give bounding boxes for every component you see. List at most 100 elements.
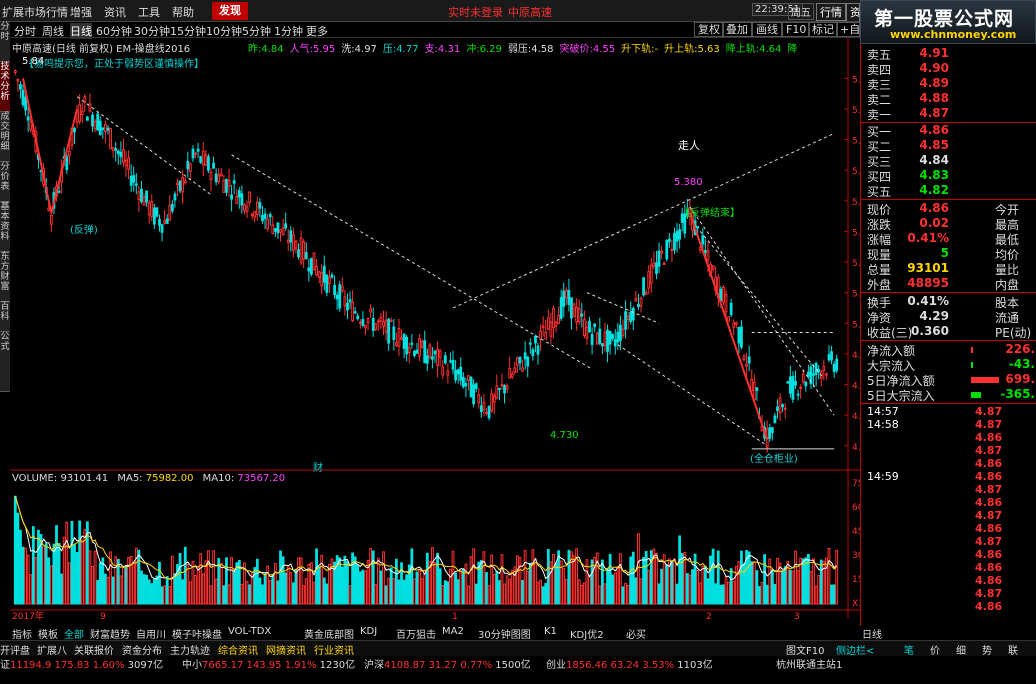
indicator-tab-9[interactable]: 百万狙击: [396, 626, 436, 641]
indicator-tab-12[interactable]: K1: [544, 626, 557, 637]
volume-bar: [389, 567, 393, 605]
add-watchlist-button[interactable]: +自选: [836, 22, 860, 37]
function-tab-5[interactable]: 综合资讯: [218, 642, 258, 657]
volume-bar: [673, 558, 676, 605]
candle-body: [356, 315, 360, 320]
indicator-tab-2[interactable]: 全部: [64, 626, 84, 641]
indicator-tab-13[interactable]: KDJ优2: [570, 626, 604, 641]
indicator-tab-11[interactable]: 30分钟图图: [478, 626, 531, 641]
panel-tab-0[interactable]: 笔: [904, 642, 914, 657]
indicator-tab-0[interactable]: 指标: [12, 626, 32, 641]
indicator-tab-4[interactable]: 自用川: [136, 626, 166, 641]
candle-body: [376, 320, 380, 323]
menu-item-enhance[interactable]: 增强: [70, 4, 92, 20]
period-weekly[interactable]: 周线: [42, 23, 64, 39]
volume-tick: 30000: [852, 551, 860, 561]
index-0[interactable]: 证11194.9 175.83 1.60% 3097亿: [0, 656, 163, 671]
tick-price: 4.86: [975, 522, 1003, 535]
volume-bar: [732, 581, 736, 605]
candle-body: [361, 319, 365, 326]
menu-item-market[interactable]: 扩展市场行情: [2, 4, 68, 20]
panel-tab-4[interactable]: 联: [1008, 642, 1018, 657]
volume-bar: [567, 549, 571, 605]
volume-bar: [248, 584, 252, 605]
volume-bar: [142, 574, 146, 605]
indicator-tab-8[interactable]: KDJ: [360, 626, 377, 637]
period-10min[interactable]: 10分钟: [206, 23, 242, 39]
volume-bar: [358, 571, 362, 605]
period-daily[interactable]: 日线: [70, 23, 92, 39]
sidebar-toggle[interactable]: 侧边栏<: [836, 642, 874, 657]
volume-bar: [505, 575, 509, 605]
finance-marker[interactable]: 财: [313, 459, 323, 474]
candle-body: [443, 355, 447, 364]
tick-row: 14:59 4.86: [867, 470, 1035, 483]
candle-body: [364, 324, 367, 329]
kline-chart[interactable]: 5.80 5.70 5.60 5.50 5.40 5.30 5.20 5.10 5.00 4.90…: [0, 38, 860, 638]
candle-body: [402, 333, 406, 349]
candle-body: [271, 224, 275, 234]
panel-tab-3[interactable]: 势: [982, 642, 992, 657]
function-tab-2[interactable]: 关联报价: [74, 642, 114, 657]
function-tab-0[interactable]: 开评盘: [0, 642, 30, 657]
volume-bar: [698, 582, 702, 605]
draw-button[interactable]: 画线: [752, 22, 782, 37]
indicator-tab-14[interactable]: 必买: [626, 626, 646, 641]
function-tab-1[interactable]: 扩展八: [37, 642, 67, 657]
mark-button[interactable]: 标记: [808, 22, 838, 37]
function-tab-7[interactable]: 行业资讯: [314, 642, 354, 657]
function-tab-4[interactable]: 主力轨迹: [170, 642, 210, 657]
period-1min[interactable]: 1分钟: [274, 23, 303, 39]
warn-button[interactable]: 发现: [212, 2, 248, 20]
quote-button[interactable]: 行情: [816, 3, 846, 21]
indicator-tab-10[interactable]: MA2: [442, 626, 464, 637]
stat-row-3-value: 5: [940, 246, 949, 260]
candle-body: [255, 201, 259, 216]
candle-body: [559, 297, 563, 319]
menu-item-tools[interactable]: 工具: [138, 4, 160, 20]
period-timeshare[interactable]: 分时: [14, 23, 36, 39]
indicator-tab-7[interactable]: 黄金底部图: [304, 626, 354, 641]
volume-bar: [776, 557, 779, 605]
period-60min[interactable]: 60分钟: [96, 23, 132, 39]
indicator-tab-3[interactable]: 财富趋势: [90, 626, 130, 641]
index-1[interactable]: 中小7665.17 143.95 1.91% 1230亿: [182, 656, 355, 671]
panel-tab-2[interactable]: 细: [956, 642, 966, 657]
period-30min[interactable]: 30分钟: [134, 23, 170, 39]
volume-bar: [497, 580, 501, 605]
candle-body: [830, 351, 833, 361]
f10-tab[interactable]: 图文F10: [786, 642, 824, 657]
indicator-tab-1[interactable]: 模板: [38, 626, 58, 641]
candle-body: [389, 320, 393, 323]
candle-body: [400, 337, 403, 340]
period-15min[interactable]: 15分钟: [170, 23, 206, 39]
adjust-button[interactable]: 复权: [694, 22, 724, 37]
candle-body: [835, 358, 839, 371]
menu-item-news[interactable]: 资讯: [104, 4, 126, 20]
index-amount: 3097亿: [124, 660, 164, 671]
login-notice: 实时未登录: [448, 6, 503, 19]
index-value: 4108.87 31.27 0.77%: [384, 660, 493, 671]
flow-row-3: 5日大宗流入 -365.: [867, 387, 1035, 403]
candle-body: [621, 328, 625, 336]
indicator-tab-6[interactable]: VOL-TDX: [228, 626, 271, 637]
overlay-button[interactable]: 叠加: [722, 22, 752, 37]
index-2[interactable]: 沪深4108.87 31.27 0.77% 1500亿: [364, 656, 531, 671]
candle-body: [384, 319, 388, 333]
volume-bar: [691, 569, 694, 605]
function-tab-3[interactable]: 资金分布: [122, 642, 162, 657]
daily-label[interactable]: 日线: [862, 626, 882, 641]
menu-item-help[interactable]: 帮助: [172, 4, 194, 20]
panel-tab-1[interactable]: 价: [930, 642, 940, 657]
period-more[interactable]: 更多: [306, 23, 328, 39]
f10-button[interactable]: F10: [782, 22, 811, 37]
index-3[interactable]: 创业1856.46 63.24 3.53% 1103亿: [546, 656, 713, 671]
function-tab-6[interactable]: 网摘资讯: [266, 642, 306, 657]
volume-bar: [384, 585, 388, 605]
volume-bar: [508, 578, 512, 605]
volume-bar: [531, 549, 535, 605]
candle-body: [57, 190, 61, 193]
volume-bar: [760, 581, 764, 605]
indicator-tab-5[interactable]: 模子咔操盘: [172, 626, 222, 641]
period-5min[interactable]: 5分钟: [242, 23, 271, 39]
